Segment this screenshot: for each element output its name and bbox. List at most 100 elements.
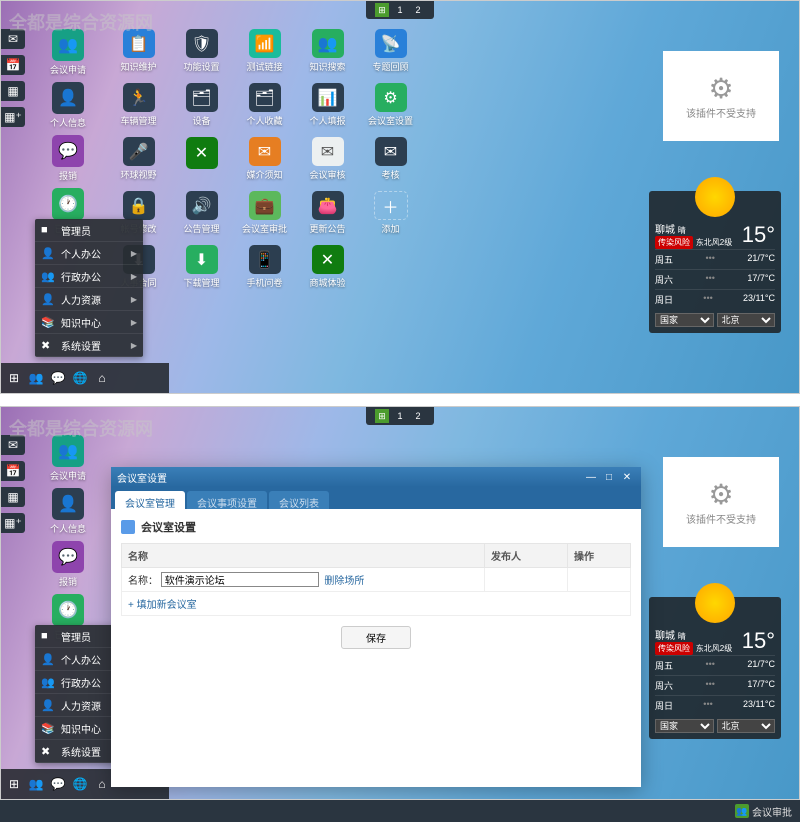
add-room-link[interactable]: + 填加新会议室 bbox=[128, 600, 197, 611]
dock-item[interactable]: ▦ bbox=[1, 81, 25, 101]
dock-item[interactable]: 📅 bbox=[1, 55, 25, 75]
tab-room-manage[interactable]: 会议室管理 bbox=[115, 491, 185, 509]
chevron-right-icon: ▶ bbox=[131, 318, 137, 327]
city-select[interactable]: 北京 bbox=[717, 719, 776, 733]
col-name: 名称 bbox=[122, 544, 485, 568]
window-titlebar[interactable]: 会议室设置 — □ ✕ bbox=[111, 467, 641, 487]
tb-home-icon[interactable]: ⌂ bbox=[93, 369, 111, 387]
start-menu: ■管理员👤个人办公▶👥行政办公▶👤人力资源▶📚知识中心▶✖系统设置▶ bbox=[35, 219, 143, 357]
menu-icon: 👤 bbox=[41, 247, 55, 260]
tb-globe-icon[interactable]: 🌐 bbox=[71, 369, 89, 387]
country-select[interactable]: 国家 bbox=[655, 313, 714, 327]
app-item[interactable]: 🎤环球视野 bbox=[111, 137, 166, 181]
dock-item[interactable]: ▦ bbox=[1, 487, 25, 507]
menu-item[interactable]: ✖系统设置▶ bbox=[35, 334, 143, 357]
maximize-button[interactable]: □ bbox=[601, 472, 617, 483]
menu-item[interactable]: 👥行政办公▶ bbox=[35, 265, 143, 288]
app-item[interactable]: 👥知识搜索 bbox=[300, 29, 355, 73]
app-item[interactable]: 👥会议申请 bbox=[37, 435, 99, 482]
app-label: 添加 bbox=[381, 222, 399, 235]
sun-icon bbox=[695, 177, 735, 217]
app-icon: ✉ bbox=[249, 137, 281, 166]
app-item[interactable]: 🔊公告管理 bbox=[174, 191, 229, 235]
tb-home-icon[interactable]: ⌂ bbox=[93, 775, 111, 793]
tb-users-icon[interactable]: 👥 bbox=[27, 369, 45, 387]
app-label: 个人信息 bbox=[50, 522, 86, 535]
pager-1[interactable]: 1 bbox=[393, 3, 407, 17]
dock-item[interactable]: ▦⁺ bbox=[1, 513, 25, 533]
delete-link[interactable]: 删除场所 bbox=[324, 576, 364, 587]
tb-msg-icon[interactable]: 💬 bbox=[49, 775, 67, 793]
tab-meeting-list[interactable]: 会议列表 bbox=[269, 491, 329, 509]
city-select[interactable]: 北京 bbox=[717, 313, 776, 327]
app-icon: ⬇ bbox=[186, 245, 218, 274]
app-item[interactable]: 🏃车辆管理 bbox=[111, 83, 166, 127]
menu-icon: 👤 bbox=[41, 699, 55, 712]
pager-icon[interactable]: ⊞ bbox=[375, 409, 389, 423]
app-icon: 📡 bbox=[375, 29, 407, 58]
weather-widget: 聊城 晴传染风险 东北风2级15°周五•••21/7°C周六•••17/7°C周… bbox=[649, 191, 781, 333]
tb-msg-icon[interactable]: 💬 bbox=[49, 369, 67, 387]
close-button[interactable]: ✕ bbox=[619, 472, 635, 483]
app-item[interactable]: 🗂设备 bbox=[174, 83, 229, 127]
dock-item[interactable]: 📅 bbox=[1, 461, 25, 481]
app-item[interactable]: 📊个人填报 bbox=[300, 83, 355, 127]
status-item[interactable]: 👥 会议审批 bbox=[735, 804, 792, 819]
app-item[interactable]: 👤个人信息 bbox=[37, 488, 99, 535]
app-item[interactable]: 📱手机问卷 bbox=[237, 245, 292, 289]
pager-2[interactable]: 2 bbox=[411, 409, 425, 423]
app-item[interactable]: 🛡功能设置 bbox=[174, 29, 229, 73]
forecast-row: 周五•••21/7°C bbox=[655, 655, 775, 675]
app-item[interactable]: ⚙会议室设置 bbox=[363, 83, 418, 127]
app-item[interactable]: ✉会议审核 bbox=[300, 137, 355, 181]
forecast-row: 周五•••21/7°C bbox=[655, 249, 775, 269]
app-item[interactable]: 💬报销 bbox=[37, 541, 99, 588]
start-button[interactable]: ⊞ bbox=[5, 369, 23, 387]
tb-globe-icon[interactable]: 🌐 bbox=[71, 775, 89, 793]
app-label: 商城体验 bbox=[309, 276, 345, 289]
pager-2[interactable]: 2 bbox=[411, 3, 425, 17]
app-item[interactable]: 📋知识维护 bbox=[111, 29, 166, 73]
menu-label: 人力资源 bbox=[61, 698, 101, 713]
app-label: 专题回顾 bbox=[372, 60, 408, 73]
app-item[interactable]: ✉媒介须知 bbox=[237, 137, 292, 181]
dock-item[interactable]: ✉ bbox=[1, 29, 25, 49]
app-item[interactable]: 📶测试链接 bbox=[237, 29, 292, 73]
room-name-input[interactable] bbox=[161, 572, 319, 587]
app-item[interactable]: 💼会议室审批 bbox=[237, 191, 292, 235]
dock-item[interactable]: ▦⁺ bbox=[1, 107, 25, 127]
app-icon: ✉ bbox=[375, 137, 407, 166]
menu-icon: 👤 bbox=[41, 293, 55, 306]
menu-item[interactable]: 👤人力资源▶ bbox=[35, 288, 143, 311]
plugin-placeholder: ⚙ 该插件不受支持 bbox=[663, 51, 779, 141]
app-icon: 📶 bbox=[249, 29, 281, 58]
app-item[interactable]: 👥会议申请 bbox=[37, 29, 99, 76]
app-label: 车辆管理 bbox=[120, 114, 156, 127]
app-icon: ＋ bbox=[374, 191, 408, 220]
app-item[interactable]: 👛更新公告 bbox=[300, 191, 355, 235]
save-button[interactable]: 保存 bbox=[341, 626, 411, 649]
app-item[interactable]: ✕商城体验 bbox=[300, 245, 355, 289]
minimize-button[interactable]: — bbox=[583, 472, 599, 483]
app-item[interactable]: 💬报销 bbox=[37, 135, 99, 182]
app-item[interactable]: ＋ 添加 bbox=[363, 191, 418, 235]
menu-item[interactable]: ■管理员 bbox=[35, 219, 143, 242]
app-item[interactable]: 🗂个人收藏 bbox=[237, 83, 292, 127]
app-item[interactable]: ✉考核 bbox=[363, 137, 418, 181]
pager-1[interactable]: 1 bbox=[393, 409, 407, 423]
menu-item[interactable]: 👤个人办公▶ bbox=[35, 242, 143, 265]
app-icon: 👤 bbox=[52, 82, 84, 114]
menu-label: 知识中心 bbox=[61, 315, 101, 330]
app-item[interactable]: ✕ bbox=[174, 137, 229, 181]
menu-item[interactable]: 📚知识中心▶ bbox=[35, 311, 143, 334]
country-select[interactable]: 国家 bbox=[655, 719, 714, 733]
tb-users-icon[interactable]: 👥 bbox=[27, 775, 45, 793]
pager-icon[interactable]: ⊞ bbox=[375, 3, 389, 17]
tab-event-settings[interactable]: 会议事项设置 bbox=[187, 491, 267, 509]
app-item[interactable]: ⬇下载管理 bbox=[174, 245, 229, 289]
menu-label: 人力资源 bbox=[61, 292, 101, 307]
dock-item[interactable]: ✉ bbox=[1, 435, 25, 455]
app-item[interactable]: 👤个人信息 bbox=[37, 82, 99, 129]
app-item[interactable]: 📡 专题回顾 bbox=[363, 29, 418, 73]
start-button[interactable]: ⊞ bbox=[5, 775, 23, 793]
